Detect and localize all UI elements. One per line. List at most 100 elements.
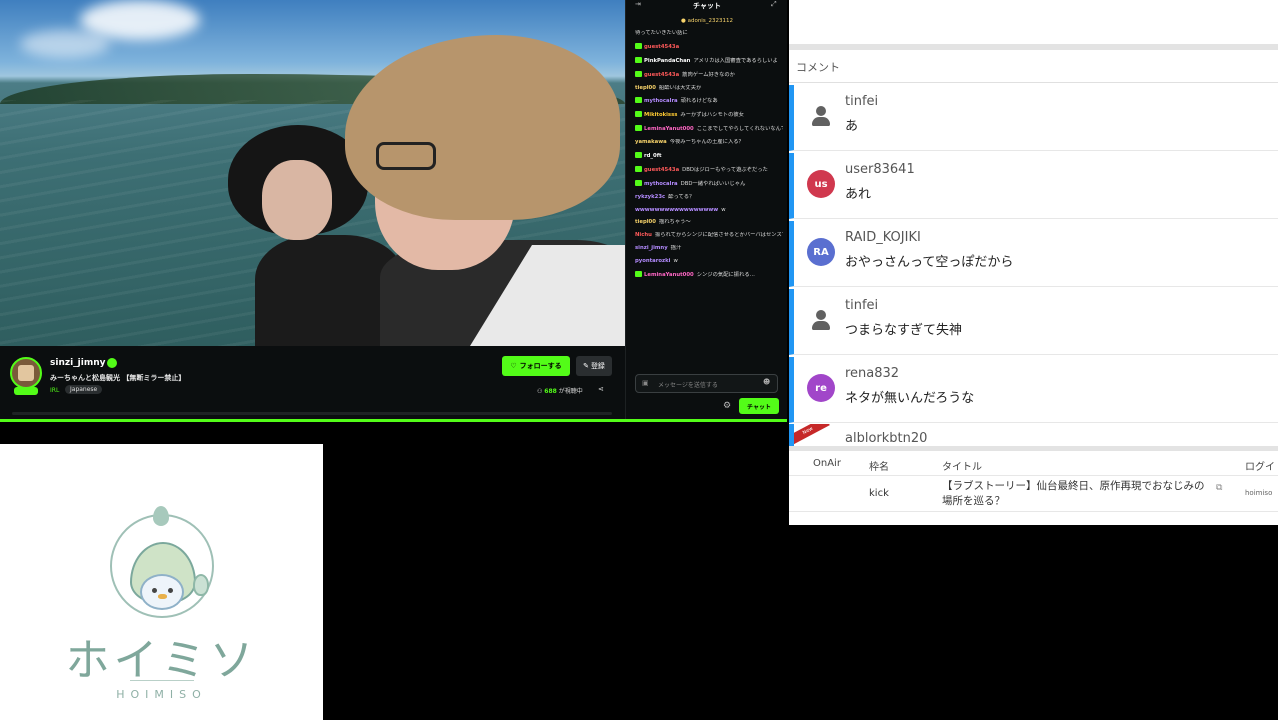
emote-icon[interactable]: ▣ [642, 379, 649, 387]
follow-button[interactable]: ♡ フォローする [502, 356, 570, 376]
chat-username[interactable]: rykzyk23c [635, 194, 665, 200]
chat-username[interactable]: tiepl00 [635, 219, 656, 225]
chat-message[interactable]: Mikitokisss みーかずはハシモトの彼女 [635, 111, 783, 119]
chat-text: みーかずはハシモトの彼女 [680, 112, 744, 119]
chat-username[interactable]: LeminaYanut000 [644, 126, 694, 132]
bird-icon [140, 574, 184, 610]
chat-header: ⇥ チャット ⤢ [626, 0, 788, 12]
comment-username: RAID_KOJIKI [845, 230, 921, 245]
chat-username[interactable]: PinkPandaChan [644, 58, 690, 64]
chat-username[interactable]: rd_0ft [644, 153, 662, 159]
chat-username[interactable]: guest4543a [644, 72, 679, 78]
chat-username[interactable]: tiepl00 [635, 85, 656, 91]
comment-header: コメント [796, 61, 840, 74]
copy-icon[interactable]: ⧉ [1216, 483, 1222, 493]
pinned-message[interactable]: ● adonis_2323112 [626, 18, 788, 24]
comment-panel-topbar [789, 44, 1278, 50]
screen: sinzi_jimny みーちゃんと松島観光 【無断ミラー禁止】 IRL Jap… [0, 0, 1278, 720]
chat-username[interactable]: guest4543a [644, 167, 679, 173]
column-header-title[interactable]: タイトル [942, 458, 982, 473]
badge-icon [635, 42, 642, 49]
comment-text: おやっさんって空っぽだから [845, 255, 1014, 270]
badge-icon [635, 271, 642, 278]
chat-username[interactable]: mythocalra [644, 181, 678, 187]
badge-icon [635, 97, 642, 104]
emoji-icon[interactable]: ☻ [763, 378, 770, 386]
chat-input[interactable]: ▣ メッセージを送信する ☻ [635, 374, 778, 393]
chat-text: 筋肉ゲーム好きなのか [682, 71, 735, 78]
chat-username[interactable]: guest4543a [644, 44, 679, 50]
chat-message[interactable]: 待ってたいきたい話に [635, 30, 783, 37]
water-drop-icon [193, 574, 209, 596]
chat-username[interactable]: Nichu [635, 232, 652, 238]
comment-username: tinfei [845, 94, 879, 109]
chat-text: アメリカは入国審査であるらしいよ [693, 57, 778, 64]
bird-beak-icon [158, 594, 167, 599]
chat-username[interactable]: pyontarozki [635, 258, 670, 264]
chat-username[interactable]: wwwwwwwwwwwwwwwww [635, 207, 718, 213]
chat-message[interactable]: mythocalra DBD一緒やればいいじゃん [635, 179, 783, 188]
chat-message[interactable]: tiepl00 船酔いは大丈夫か [635, 85, 783, 92]
chat-message[interactable]: guest4543a DBDはジローもやって遊ぶぞだった [635, 165, 783, 174]
video-progress-track[interactable] [12, 412, 612, 415]
comment-row[interactable]: tinfei あ [789, 85, 1278, 151]
chat-message[interactable]: mythocalra 頑れるけどなあ [635, 97, 783, 105]
chat-username[interactable]: mythocalra [644, 98, 678, 104]
chat-message[interactable]: LeminaYanut000ここまでしてやらしてくれないなんてないよな？みーかず… [635, 125, 783, 133]
chat-text: w [673, 258, 678, 265]
table-cell-name: kick [869, 488, 889, 499]
avatar: RA [807, 238, 835, 266]
streamer-name[interactable]: sinzi_jimny [50, 358, 106, 368]
chat-text: ここまでしてやらしてくれないなんてないよな？みーかずさんよぉ？ [696, 126, 783, 133]
comment-username: tinfei [845, 298, 879, 313]
column-header-onair[interactable]: OnAir [813, 458, 841, 469]
comment-text: つまらなすぎて失神 [845, 323, 963, 338]
chat-message[interactable]: Nichu振られてからシンジに配信させるとかバーバはセンスすぎす [635, 232, 783, 239]
chat-message[interactable]: wwwwwwwwwwwwwwwww w [635, 207, 783, 214]
table-cell-title: 【ラブストーリー】仙台最終日、原作再現でおなじみの場所を巡る？ [942, 480, 1205, 507]
video-person [376, 142, 436, 170]
logo-text: ホイミソ [65, 635, 258, 686]
comment-row[interactable]: tinfei つまらなすぎて失神 [789, 289, 1278, 355]
chat-username[interactable]: LeminaYanut000 [644, 272, 694, 278]
column-header-log[interactable]: ログイ [1245, 458, 1275, 473]
chat-message[interactable]: guest4543a [635, 42, 783, 51]
subscribe-button[interactable]: ✎ 登録 [576, 356, 612, 376]
stream-video[interactable] [0, 0, 625, 346]
badge-icon [635, 179, 642, 186]
stream-category[interactable]: IRL [50, 387, 59, 394]
follow-label: フォローする [519, 362, 562, 370]
language-tag[interactable]: Japanese [65, 385, 103, 394]
comment-row[interactable]: us user83641 あれ [789, 153, 1278, 219]
chat-message[interactable]: sinzi_jimny 揺汁 [635, 245, 783, 252]
chat-message[interactable]: guest4543a 筋肉ゲーム好きなのか [635, 70, 783, 79]
chat-username[interactable]: sinzi_jimny [635, 245, 668, 251]
streamer-avatar[interactable] [10, 357, 42, 389]
chat-message[interactable]: LeminaYanut000 シンジの気配に振れる… [635, 271, 783, 279]
chat-message[interactable]: tiepl00 揺れちゃう〜 [635, 219, 783, 226]
chat-send-button[interactable]: チャット [739, 398, 779, 414]
comment-row[interactable]: RA RAID_KOJIKI おやっさんって空っぽだから [789, 221, 1278, 287]
chat-message[interactable]: yamakawa 今夜みーちゃんの土産に入る？ [635, 139, 783, 146]
chat-message[interactable]: rd_0ft [635, 152, 783, 160]
chat-username[interactable]: yamakawa [635, 139, 667, 145]
chat-message[interactable]: rykzyk23c 酔ってる？ [635, 194, 783, 201]
chat-message[interactable]: PinkPandaChan アメリカは入国審査であるらしいよ [635, 56, 783, 65]
gear-icon[interactable]: ⚙ [723, 401, 731, 411]
divider [789, 475, 1278, 476]
verified-icon [107, 358, 117, 368]
chat-username[interactable]: Mikitokisss [644, 112, 677, 118]
chat-text: 振られてからシンジに配信させるとかバーバはセンスすぎす [654, 232, 783, 239]
popout-icon[interactable]: ⤢ [771, 0, 777, 9]
comment-row[interactable]: re rena832 ネタが無いんだろうな [789, 357, 1278, 423]
comment-row[interactable]: New alblorkbtn20 [789, 424, 1278, 446]
column-header-name[interactable]: 枠名 [869, 458, 889, 473]
share-icon[interactable]: ⋖ [598, 385, 604, 393]
person-icon [807, 306, 835, 334]
chat-title: チャット [693, 2, 721, 10]
chat-message[interactable]: pyontarozki w [635, 258, 783, 265]
avatar: re [807, 374, 835, 402]
logo-panel: ホイミソ HOIMISO [0, 444, 323, 720]
chat-message-list[interactable]: 待ってたいきたい話に guest4543a PinkPandaChan アメリカは入国… [635, 30, 783, 285]
comment-text: ネタが無いんだろうな [845, 391, 975, 406]
